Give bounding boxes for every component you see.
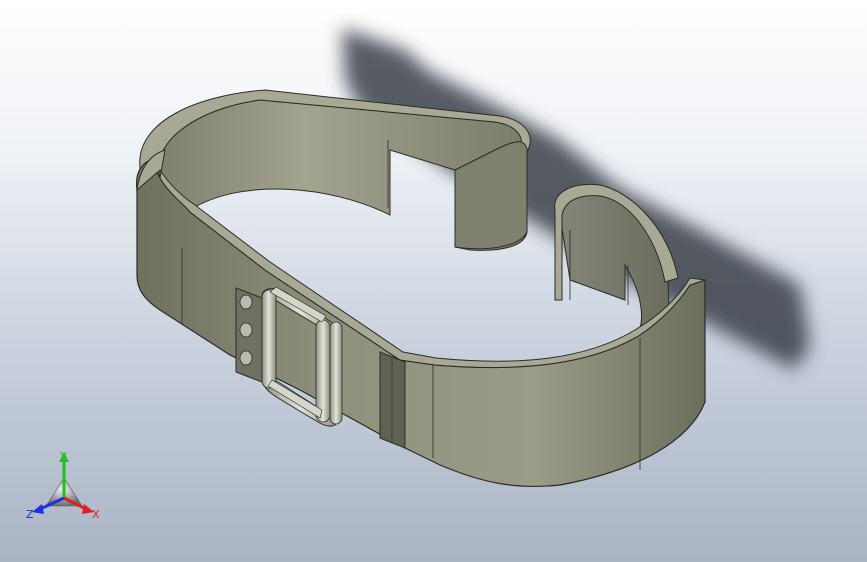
buckle-prong	[329, 321, 343, 425]
z-axis-label: Z	[26, 508, 34, 521]
buckle-bar	[261, 289, 277, 389]
buckle-bar	[315, 319, 331, 423]
graphics-viewport[interactable]: Y X Z	[0, 0, 867, 562]
coordinate-triad: Y X Z	[26, 450, 100, 521]
rivet	[239, 350, 253, 366]
belt-keeper	[379, 351, 406, 449]
rivet	[239, 294, 253, 310]
y-axis-label: Y	[59, 450, 67, 463]
model-view[interactable]	[0, 0, 867, 562]
rivet	[239, 322, 253, 338]
x-axis-label: X	[92, 508, 100, 521]
z-arrow-icon	[32, 504, 44, 514]
